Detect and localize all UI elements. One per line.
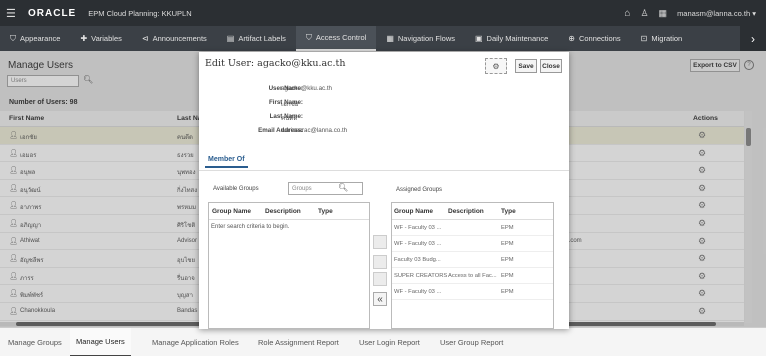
- tab-label: Connections: [578, 34, 621, 43]
- groups-search-input[interactable]: Groups: [288, 182, 363, 195]
- tab-label: Migration: [651, 34, 683, 43]
- tab-access-control[interactable]: ⛉ Access Control: [295, 26, 377, 51]
- migration-icon: ⊡: [640, 34, 648, 43]
- group-name-cell: SUPER CREATORS: [394, 273, 448, 279]
- available-groups-label: Available Groups: [213, 186, 259, 192]
- field-first-name: First Name: เอกชัย: [199, 99, 569, 109]
- group-name-cell: WF - Faculty 03 ...: [394, 289, 442, 295]
- tab-label: Navigation Flows: [397, 34, 455, 43]
- available-groups-panel: Group Name Description Type Enter search…: [208, 202, 370, 329]
- move-all-left-button[interactable]: «: [373, 292, 387, 306]
- group-name-cell: Faculty 03 Budg...: [394, 257, 441, 263]
- close-button[interactable]: Close: [540, 59, 562, 73]
- save-button[interactable]: Save: [515, 59, 537, 73]
- daily-maintenance-icon: ▣: [474, 34, 483, 43]
- oracle-logo: ORACLE: [28, 7, 77, 19]
- top-header: ☰ ORACLE EPM Cloud Planning: KKUPLN ⌂ ♙ …: [0, 0, 766, 26]
- search-icon[interactable]: 🔍︎: [338, 183, 348, 192]
- tab-label: Artifact Labels: [238, 34, 286, 43]
- tab-appearance[interactable]: ⛉ Appearance: [0, 26, 70, 51]
- navigation-flows-icon: ▦: [386, 34, 394, 43]
- dialog-title: Edit User: agacko@kku.ac.th: [205, 58, 346, 69]
- search-hint: Enter search criteria to begin.: [211, 224, 290, 230]
- group-type-cell: EPM: [501, 225, 514, 231]
- settings-nav-bar: ⛉ Appearance ✚ Variables ⊲ Announcements ▤ Arti…: [0, 26, 766, 51]
- col-type: Type: [501, 208, 516, 215]
- user-name: manasm@lanna.co.th: [677, 8, 751, 18]
- bottom-tab-manage-application-roles[interactable]: Manage Application Roles: [146, 328, 245, 356]
- bottom-tab-bar: Manage Groups Manage Users Manage Applicat…: [0, 327, 766, 356]
- move-all-right-button[interactable]: [373, 255, 387, 269]
- bottom-tab-user-group-report[interactable]: User Group Report: [434, 328, 509, 356]
- last-name-value: คนดีด: [281, 115, 298, 122]
- field-user-name: User Name: agacko@kku.ac.th: [199, 85, 569, 95]
- bottom-tab-user-login-report[interactable]: User Login Report: [353, 328, 426, 356]
- available-groups-header: Group Name Description Type: [209, 203, 369, 220]
- user-menu[interactable]: manasm@lanna.co.th ▾: [677, 9, 756, 18]
- tab-variables[interactable]: ✚ Variables: [70, 26, 131, 51]
- double-chevron-left-icon: «: [377, 293, 383, 305]
- artifact-labels-icon: ▤: [226, 34, 235, 43]
- group-type-cell: EPM: [501, 257, 514, 263]
- group-name-cell: WF - Faculty 03 ...: [394, 241, 442, 247]
- app-title: EPM Cloud Planning: KKUPLN: [88, 8, 192, 18]
- accessibility-icon[interactable]: ♙: [640, 8, 648, 19]
- group-name-cell: WF - Faculty 03 ...: [394, 225, 442, 231]
- move-left-button[interactable]: [373, 272, 387, 286]
- group-description-cell: Access to all Fac...: [448, 273, 497, 279]
- group-type-cell: EPM: [501, 241, 514, 247]
- assigned-groups-header: Group Name Description Type: [392, 203, 553, 220]
- user-name-value: agacko@kku.ac.th: [281, 85, 332, 92]
- bottom-tab-manage-users[interactable]: Manage Users: [70, 327, 131, 356]
- variables-icon: ✚: [80, 34, 88, 43]
- assigned-group-row[interactable]: WF - Faculty 03 ... EPM: [392, 284, 553, 300]
- tab-member-of[interactable]: Member Of: [205, 156, 248, 168]
- home-icon[interactable]: ⌂: [624, 8, 630, 19]
- tab-label: Access Control: [315, 33, 367, 42]
- col-description: Description: [265, 208, 301, 215]
- tab-migration[interactable]: ⊡ Migration: [631, 26, 693, 51]
- bottom-tab-manage-groups[interactable]: Manage Groups: [2, 328, 68, 356]
- connections-icon: ⊕: [568, 34, 575, 43]
- tab-label: Appearance: [20, 34, 61, 43]
- navigator-grid-icon[interactable]: ▦: [659, 8, 668, 19]
- assigned-group-row[interactable]: Faculty 03 Budg... EPM: [392, 252, 553, 268]
- tab-navigation-flows[interactable]: ▦ Navigation Flows: [376, 26, 465, 51]
- group-type-cell: EPM: [501, 273, 514, 279]
- field-last-name: Last Name: คนดีด: [199, 113, 569, 123]
- group-type-cell: EPM: [501, 289, 514, 295]
- tab-divider: [199, 170, 569, 171]
- col-group-name: Group Name: [394, 208, 434, 215]
- assigned-group-row[interactable]: SUPER CREATORS Access to all Fac... EPM: [392, 268, 553, 284]
- col-type: Type: [318, 208, 333, 215]
- col-description: Description: [448, 208, 484, 215]
- tab-daily-maintenance[interactable]: ▣ Daily Maintenance: [465, 26, 558, 51]
- assigned-groups-label: Assigned Groups: [396, 187, 443, 193]
- appearance-icon: ⛉: [10, 33, 16, 43]
- assigned-groups-panel: Group Name Description Type WF - Faculty…: [391, 202, 554, 329]
- assigned-group-row[interactable]: WF - Faculty 03 ... EPM: [392, 220, 553, 236]
- tab-label: Announcements: [152, 34, 207, 43]
- bottom-tab-role-assignment-report[interactable]: Role Assignment Report: [252, 328, 345, 356]
- user-preferences-icon[interactable]: ⚙: [485, 58, 507, 74]
- move-right-button[interactable]: [373, 235, 387, 249]
- email-value: warissarac@lanna.co.th: [281, 127, 348, 134]
- chevron-right-icon[interactable]: ›: [740, 26, 766, 51]
- tab-label: Variables: [91, 34, 122, 43]
- tab-artifact-labels[interactable]: ▤ Artifact Labels: [217, 26, 296, 51]
- first-name-value: เอกชัย: [281, 101, 299, 108]
- edit-user-dialog: Edit User: agacko@kku.ac.th ⚙ Save Close…: [199, 52, 569, 329]
- access-control-icon: ⛉: [305, 32, 312, 42]
- assigned-group-row[interactable]: WF - Faculty 03 ... EPM: [392, 236, 553, 252]
- tab-connections[interactable]: ⊕ Connections: [558, 26, 630, 51]
- tab-announcements[interactable]: ⊲ Announcements: [132, 26, 217, 51]
- hamburger-menu-icon[interactable]: ☰: [6, 7, 24, 20]
- tab-label: Daily Maintenance: [486, 34, 549, 43]
- col-group-name: Group Name: [212, 208, 252, 215]
- announcements-icon: ⊲: [141, 34, 149, 43]
- field-email: Email Address: warissarac@lanna.co.th: [199, 127, 569, 137]
